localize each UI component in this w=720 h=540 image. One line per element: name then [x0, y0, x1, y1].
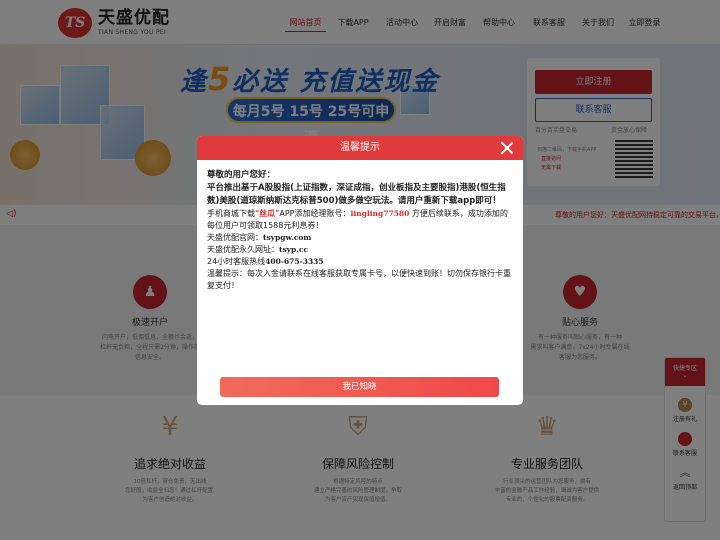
- notice-modal: 温馨提示 尊敬的用户您好： 平台推出基于A股股指(上证指数，深证成指，创业板指及…: [197, 136, 523, 405]
- app-name: "丝瓜": [255, 209, 280, 218]
- modal-announcement: 平台推出基于A股股指(上证指数，深证成指，创业板指及主要股指)港股(恒生指数)美…: [207, 183, 506, 206]
- modal-body: 尊敬的用户您好： 平台推出基于A股股指(上证指数，深证成指，创业板指及主要股指)…: [207, 169, 515, 292]
- text-segment: 手机商城下载: [207, 209, 255, 218]
- modal-line-permanent-site: 天盛优配永久网址：tsyp.cc: [207, 244, 515, 256]
- modal-line-download: 手机商城下载"丝瓜"APP添加经理账号：lingling77580 方便后续联系…: [207, 208, 515, 232]
- close-icon[interactable]: [500, 141, 514, 155]
- modal-line-hotline: 24小时客服热线400-675-3335: [207, 256, 515, 268]
- modal-line-official-site: 天盛优配官网：tsypgw.com: [207, 232, 515, 244]
- modal-header: 温馨提示: [197, 136, 523, 160]
- text-segment: APP添加经理账号：: [279, 209, 351, 218]
- permanent-site-link[interactable]: tsyp.cc: [279, 245, 308, 254]
- official-site-link[interactable]: tsypgw.com: [263, 233, 311, 242]
- text-segment: 天盛优配官网：: [207, 233, 263, 242]
- modal-title: 温馨提示: [340, 142, 380, 153]
- acknowledge-button[interactable]: 我已知晓: [220, 377, 499, 397]
- manager-account: lingling77580: [350, 209, 410, 218]
- modal-line-tip: 温馨提示：每次入金请联系在线客服获取专属卡号，以便快速到账！切勿保存银行卡重复支…: [207, 269, 511, 290]
- hotline-number: 400-675-3335: [265, 257, 324, 266]
- modal-greeting: 尊敬的用户您好：: [207, 170, 276, 180]
- text-segment: 24小时客服热线: [207, 257, 266, 266]
- text-segment: 天盛优配永久网址：: [207, 245, 279, 254]
